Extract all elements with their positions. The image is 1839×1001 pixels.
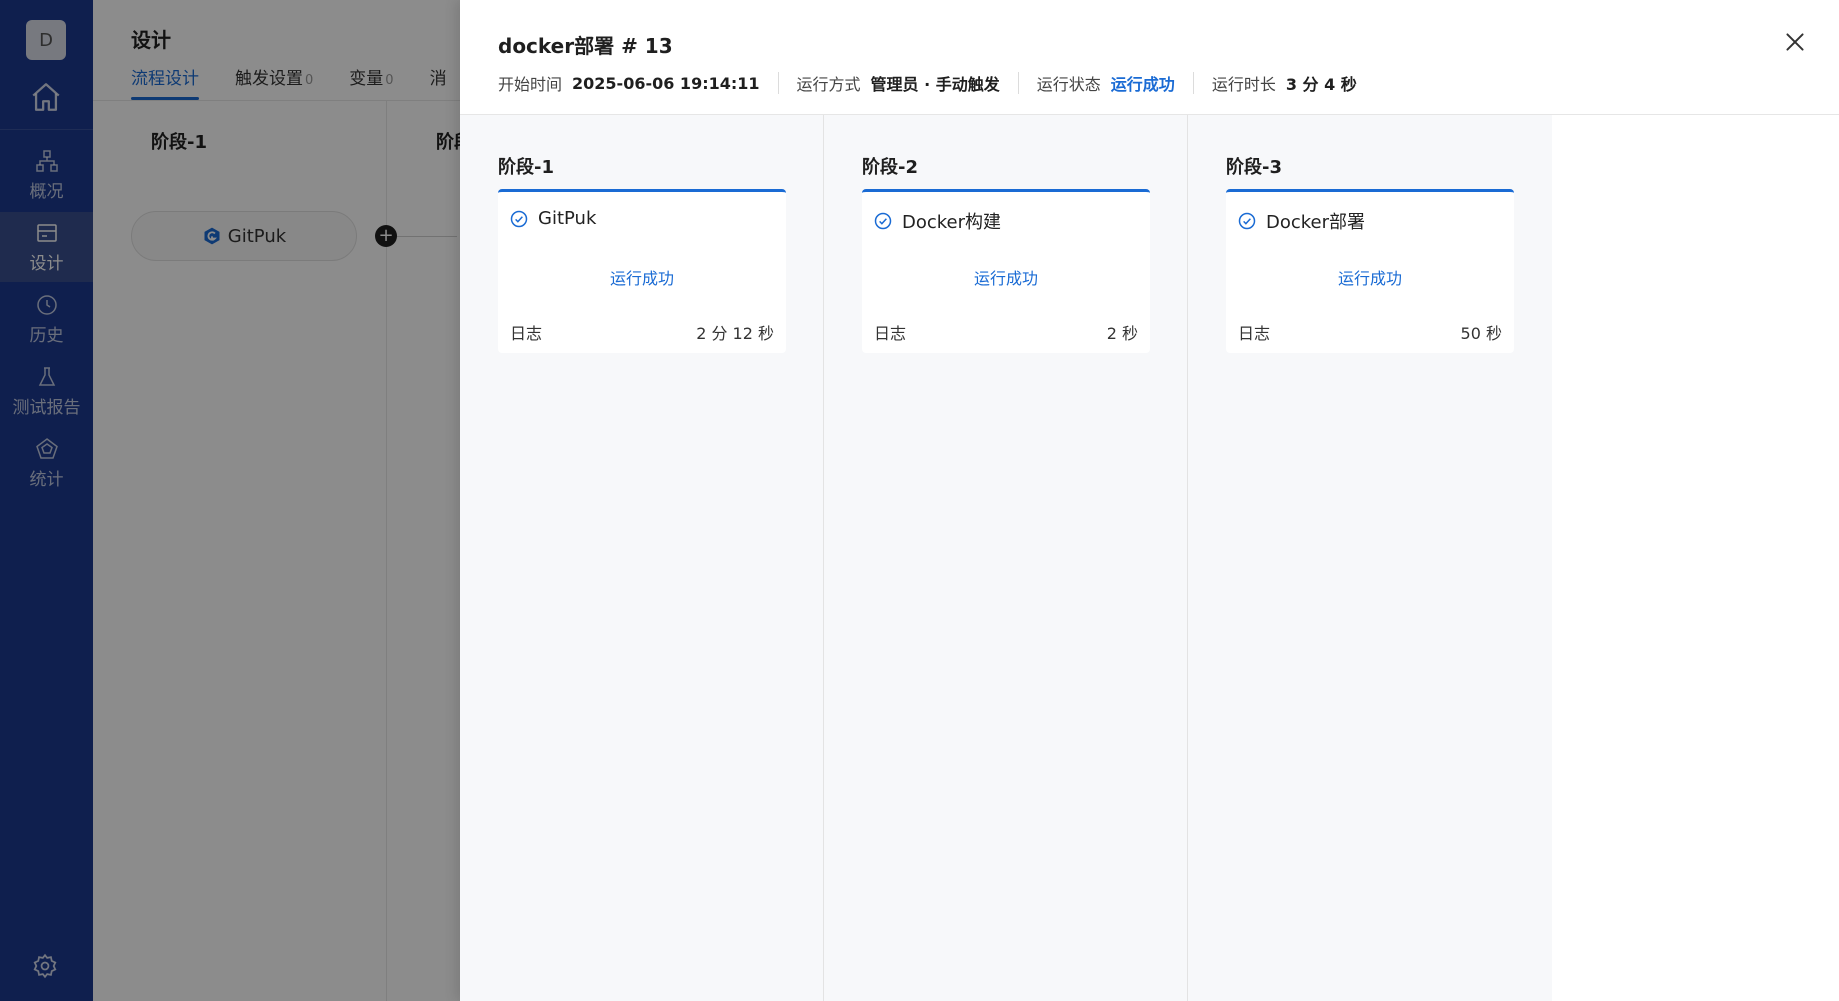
meta-start-time: 开始时间 2025-06-06 19:14:11 [498, 72, 779, 94]
task-duration: 2 秒 [1106, 324, 1138, 343]
task-name: Docker部署 [1266, 212, 1366, 233]
run-meta: 开始时间 2025-06-06 19:14:11 运行方式 管理员 · 手动触发… [498, 72, 1393, 94]
task-header: Docker部署 [1238, 208, 1365, 234]
task-status[interactable]: 运行成功 [1226, 265, 1514, 289]
close-icon[interactable] [1782, 29, 1808, 55]
stage-name: 阶段-2 [862, 157, 918, 178]
task-card[interactable]: Docker构建 运行成功 日志 2 秒 [862, 189, 1150, 353]
status-badge: 运行成功 [1110, 75, 1175, 94]
check-circle-icon [510, 210, 528, 227]
task-header: GitPuk [510, 208, 596, 229]
meta-duration: 运行时长 3 分 4 秒 [1211, 75, 1357, 94]
task-card[interactable]: GitPuk 运行成功 日志 2 分 12 秒 [498, 189, 786, 353]
meta-run-mode: 运行方式 管理员 · 手动触发 [797, 72, 1019, 94]
log-link[interactable]: 日志 [1238, 320, 1270, 344]
stage-name: 阶段-1 [498, 157, 554, 178]
task-duration: 2 分 12 秒 [696, 324, 774, 343]
task-name: Docker构建 [902, 212, 1002, 233]
task-status[interactable]: 运行成功 [498, 265, 786, 289]
stage-column: 阶段-3 Docker部署 运行成功 日志 50 秒 [1188, 115, 1552, 1001]
stage-column: 阶段-2 Docker构建 运行成功 日志 2 秒 [824, 115, 1188, 1001]
log-link[interactable]: 日志 [874, 320, 906, 344]
run-detail-drawer: docker部署 # 13 开始时间 2025-06-06 19:14:11 运… [460, 0, 1839, 1001]
log-link[interactable]: 日志 [510, 320, 542, 344]
stage-column: 阶段-1 GitPuk 运行成功 日志 2 分 12 秒 [460, 115, 824, 1001]
task-header: Docker构建 [874, 208, 1001, 234]
task-name: GitPuk [538, 208, 597, 229]
stage-columns: 阶段-1 GitPuk 运行成功 日志 2 分 12 秒 阶段-2 Docker… [460, 115, 1839, 1001]
meta-run-status: 运行状态 运行成功 [1037, 72, 1194, 94]
empty-area [1552, 115, 1839, 1001]
task-status[interactable]: 运行成功 [862, 265, 1150, 289]
check-circle-icon [874, 212, 892, 230]
modal-overlay[interactable] [0, 0, 460, 1001]
task-duration: 50 秒 [1460, 324, 1502, 343]
drawer-title: docker部署 # 13 [498, 34, 673, 58]
task-card[interactable]: Docker部署 运行成功 日志 50 秒 [1226, 189, 1514, 353]
stage-name: 阶段-3 [1226, 157, 1282, 178]
check-circle-icon [1238, 212, 1256, 230]
